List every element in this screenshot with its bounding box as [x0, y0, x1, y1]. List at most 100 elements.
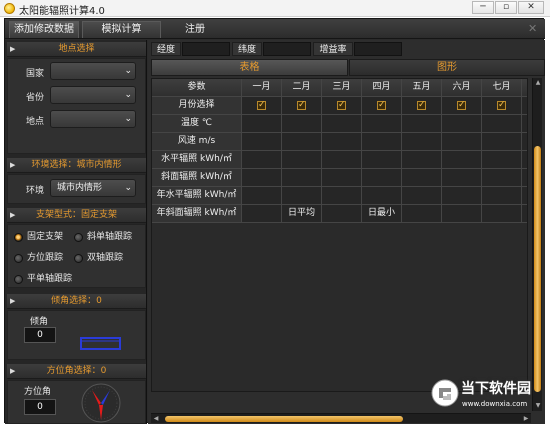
- azimuth-input[interactable]: 0: [24, 399, 56, 415]
- table-cell[interactable]: [322, 187, 362, 205]
- table-cell[interactable]: [482, 151, 522, 169]
- table-cell[interactable]: [402, 151, 442, 169]
- country-select[interactable]: ⌄: [50, 62, 136, 80]
- tab-register[interactable]: 注册: [165, 21, 225, 38]
- scroll-thumb[interactable]: [165, 416, 403, 422]
- month-checkbox-cell[interactable]: [442, 97, 482, 115]
- table-cell[interactable]: [282, 151, 322, 169]
- table-cell[interactable]: [402, 205, 442, 223]
- close-icon[interactable]: ✕: [528, 22, 537, 35]
- radio-label: 固定支架: [27, 232, 64, 242]
- radio-dual-axis[interactable]: 双轴跟踪: [74, 252, 123, 264]
- month-checkbox-cell[interactable]: [482, 97, 522, 115]
- table-cell[interactable]: [402, 115, 442, 133]
- month-checkbox-cell[interactable]: [522, 97, 527, 115]
- tab-table[interactable]: 表格: [151, 59, 348, 76]
- month-checkbox[interactable]: [337, 97, 346, 113]
- scroll-left-icon[interactable]: ◀: [151, 414, 161, 424]
- minimize-button[interactable]: ─: [472, 1, 494, 14]
- table-cell[interactable]: [402, 187, 442, 205]
- table-cell[interactable]: [482, 133, 522, 151]
- table-cell[interactable]: [522, 151, 527, 169]
- table-cell[interactable]: [442, 151, 482, 169]
- table-cell[interactable]: [482, 169, 522, 187]
- tab-chart[interactable]: 图形: [349, 59, 545, 76]
- month-checkbox-cell[interactable]: [322, 97, 362, 115]
- radio-azimuth-tracking[interactable]: 方位跟踪: [14, 252, 63, 264]
- latitude-input[interactable]: [263, 42, 311, 56]
- mount-section-header[interactable]: ▶ 支架型式：固定支架: [7, 208, 146, 223]
- scroll-thumb[interactable]: [534, 146, 541, 392]
- table-cell[interactable]: [442, 115, 482, 133]
- radio-fixed-mount[interactable]: 固定支架: [14, 231, 63, 243]
- radio-flat-single-axis[interactable]: 平单轴跟踪: [14, 273, 72, 285]
- month-checkbox[interactable]: [497, 97, 506, 113]
- window-title: 太阳能辐照计算4.0: [19, 6, 105, 17]
- table-cell[interactable]: [522, 187, 527, 205]
- table-cell[interactable]: [442, 205, 482, 223]
- month-checkbox[interactable]: [297, 97, 306, 113]
- environment-select[interactable]: 城市内情形 ⌄: [50, 179, 136, 197]
- tilt-section-header[interactable]: ▶ 倾角选择：0: [7, 294, 146, 309]
- table-cell[interactable]: [402, 169, 442, 187]
- table-cell[interactable]: [362, 187, 402, 205]
- azimuth-section-header[interactable]: ▶ 方位角选择：0: [7, 364, 146, 379]
- table-cell[interactable]: [362, 169, 402, 187]
- month-checkbox[interactable]: [377, 97, 386, 113]
- close-window-button[interactable]: ✕: [518, 1, 544, 14]
- location-section-header[interactable]: ▶ 地点选择: [7, 42, 146, 57]
- scroll-up-icon[interactable]: ▲: [533, 78, 543, 88]
- table-cell[interactable]: [362, 133, 402, 151]
- table-cell[interactable]: [362, 151, 402, 169]
- table-cell[interactable]: [282, 169, 322, 187]
- gain-input[interactable]: [354, 42, 402, 56]
- table-cell[interactable]: [522, 115, 527, 133]
- table-cell[interactable]: [242, 187, 282, 205]
- table-cell[interactable]: [442, 169, 482, 187]
- tilt-input[interactable]: 0: [24, 327, 56, 343]
- month-checkbox-cell[interactable]: [362, 97, 402, 115]
- month-checkbox[interactable]: [257, 97, 266, 113]
- table-cell[interactable]: [442, 187, 482, 205]
- radio-tilted-single-axis[interactable]: 斜单轴跟踪: [74, 231, 132, 243]
- table-cell[interactable]: [242, 115, 282, 133]
- table-cell[interactable]: [242, 169, 282, 187]
- tilt-section: 倾角 0: [7, 310, 146, 360]
- month-checkbox[interactable]: [417, 97, 426, 113]
- table-cell[interactable]: [242, 151, 282, 169]
- tab-simulate[interactable]: 模拟计算: [82, 21, 161, 38]
- table-cell[interactable]: [322, 115, 362, 133]
- table-cell[interactable]: [282, 187, 322, 205]
- table-cell[interactable]: [242, 205, 282, 223]
- table-cell[interactable]: [482, 205, 522, 223]
- table-cell[interactable]: [522, 205, 527, 223]
- table-cell[interactable]: [442, 133, 482, 151]
- table-cell[interactable]: [282, 115, 322, 133]
- table-cell[interactable]: [522, 133, 527, 151]
- environment-section-header[interactable]: ▶ 环境选择：城市内情形: [7, 158, 146, 173]
- table-cell[interactable]: [522, 169, 527, 187]
- month-checkbox-cell[interactable]: [402, 97, 442, 115]
- maximize-button[interactable]: ▫: [495, 1, 517, 14]
- table-cell[interactable]: [322, 133, 362, 151]
- month-checkbox[interactable]: [457, 97, 466, 113]
- table-cell[interactable]: 日最小: [362, 205, 402, 223]
- table-cell[interactable]: [322, 169, 362, 187]
- vertical-scrollbar[interactable]: ▲ ▼: [532, 78, 542, 411]
- longitude-input[interactable]: [182, 42, 230, 56]
- table-cell[interactable]: [242, 133, 282, 151]
- table-cell[interactable]: [322, 151, 362, 169]
- table-cell[interactable]: [362, 115, 402, 133]
- table-cell[interactable]: 日平均: [282, 205, 322, 223]
- table-cell[interactable]: [282, 133, 322, 151]
- table-cell[interactable]: [482, 115, 522, 133]
- month-checkbox-cell[interactable]: [242, 97, 282, 115]
- tab-edit-data[interactable]: 添加修改数据: [9, 21, 79, 38]
- month-checkbox-cell[interactable]: [282, 97, 322, 115]
- table-cell[interactable]: [322, 205, 362, 223]
- place-select[interactable]: ⌄: [50, 110, 136, 128]
- table-cell[interactable]: [482, 187, 522, 205]
- province-select[interactable]: ⌄: [50, 86, 136, 104]
- panel-tilt-icon: [80, 337, 121, 350]
- table-cell[interactable]: [402, 133, 442, 151]
